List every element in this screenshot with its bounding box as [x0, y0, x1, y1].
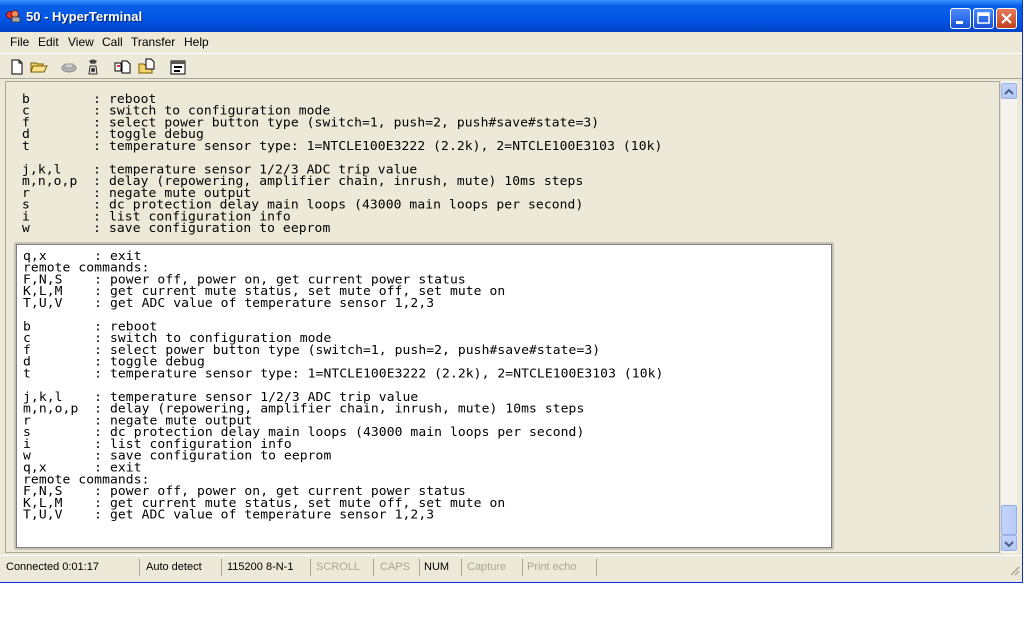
vertical-scrollbar[interactable] [1000, 81, 1017, 553]
status-connected: Connected 0:01:17 [2, 559, 140, 576]
receive-file-icon[interactable] [138, 58, 156, 76]
status-bar: Connected 0:01:17 Auto detect 115200 8-N… [0, 555, 1022, 578]
window-title: 50 - HyperTerminal [26, 9, 143, 24]
close-icon [1001, 13, 1012, 24]
menu-bar: File Edit View Call Transfer Help [0, 32, 1022, 52]
resize-grip-icon[interactable] [1008, 564, 1020, 576]
hyperterminal-window: 50 - HyperTerminal File Edit View Call T… [0, 0, 1022, 582]
status-detect: Auto detect [142, 559, 222, 576]
menu-call[interactable]: Call [102, 35, 123, 49]
menu-help[interactable]: Help [184, 35, 209, 49]
menu-edit[interactable]: Edit [38, 35, 59, 49]
minimize-icon [956, 21, 963, 24]
menu-file[interactable]: File [10, 35, 29, 49]
minimize-button[interactable] [950, 8, 971, 29]
terminal-output: b : reboot c : switch to configuration m… [22, 92, 663, 237]
menu-transfer[interactable]: Transfer [131, 35, 175, 49]
phone-dial-icon[interactable] [60, 58, 78, 76]
scroll-up-button[interactable] [1001, 83, 1017, 99]
status-print-echo: Print echo [523, 559, 597, 576]
properties-icon[interactable] [169, 58, 187, 76]
new-document-icon[interactable] [8, 58, 26, 76]
close-button[interactable] [996, 8, 1017, 29]
status-capture: Capture [463, 559, 523, 576]
scroll-down-button[interactable] [1001, 535, 1017, 551]
toolbar [0, 53, 1022, 79]
chevron-down-icon [1004, 541, 1014, 548]
overlay-output: q,x : exit remote commands: F,N,S : powe… [23, 249, 664, 523]
status-port: 115200 8-N-1 [223, 559, 311, 576]
menu-view[interactable]: View [68, 35, 94, 49]
terminal-overlay-panel[interactable]: q,x : exit remote commands: F,N,S : powe… [14, 242, 834, 550]
status-num: NUM [420, 559, 462, 576]
terminal-screen[interactable]: b : reboot c : switch to configuration m… [5, 81, 1000, 553]
title-bar[interactable]: 50 - HyperTerminal [0, 0, 1022, 32]
maximize-icon [977, 12, 990, 24]
chevron-up-icon [1004, 88, 1014, 95]
maximize-button[interactable] [973, 8, 994, 29]
open-folder-icon[interactable] [30, 58, 48, 76]
status-scroll: SCROLL [312, 559, 374, 576]
hyperterminal-app-icon [6, 10, 21, 23]
phone-hangup-icon[interactable] [84, 58, 102, 76]
send-file-icon[interactable] [114, 58, 132, 76]
status-caps: CAPS [376, 559, 420, 576]
scroll-thumb[interactable] [1001, 505, 1017, 535]
